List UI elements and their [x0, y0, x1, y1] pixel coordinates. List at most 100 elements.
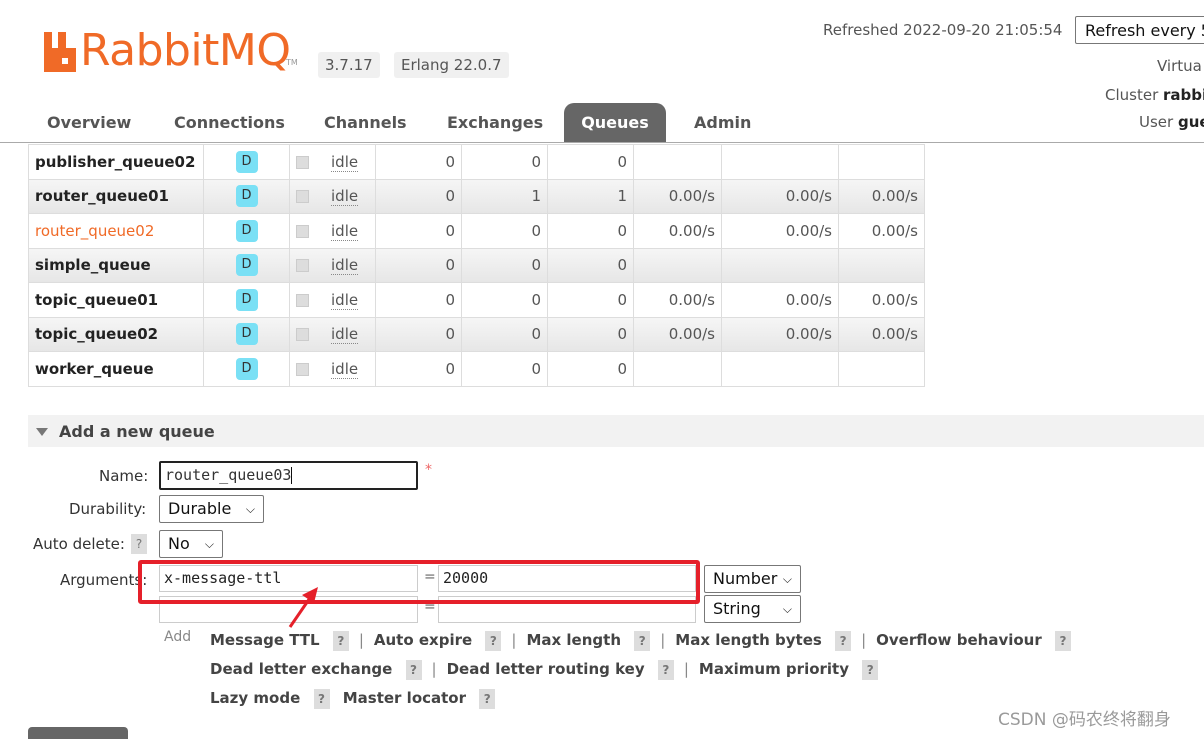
tab-channels[interactable]: Channels — [324, 113, 407, 132]
help-icon[interactable]: ? — [657, 660, 674, 680]
brand-tm: TM — [286, 58, 298, 67]
help-icon[interactable]: ? — [634, 631, 651, 651]
messages-ready: 0 — [445, 152, 455, 171]
help-icon[interactable]: ? — [313, 689, 330, 709]
shortcut-master-locator[interactable]: Master locator — [343, 689, 466, 707]
queue-name-link[interactable]: publisher_queue02 — [35, 153, 195, 171]
queue-name-link[interactable]: worker_queue — [35, 360, 154, 378]
shortcut-message-ttl[interactable]: Message TTL — [210, 631, 320, 649]
cluster-label: Cluster — [1105, 86, 1159, 104]
cell-queue-name-link[interactable]: publisher_queue02 — [28, 144, 204, 180]
cell-durable-feature-badge: D — [203, 178, 290, 214]
state-text: idle — [331, 152, 359, 172]
rabbit-logo-icon — [44, 32, 76, 72]
state-square-icon — [296, 224, 309, 238]
incoming-rate: 0.00/s — [668, 221, 715, 240]
messages-ready: 0 — [445, 256, 455, 275]
help-icon[interactable]: ? — [862, 660, 879, 680]
state-text: idle — [331, 256, 359, 276]
messages-total: 0 — [617, 256, 627, 275]
auto-delete-help-icon[interactable]: ? — [131, 534, 147, 554]
shortcut-dead-letter-routing-key[interactable]: Dead letter routing key — [447, 660, 645, 678]
argument-type-select-1[interactable]: Number ⌵ — [704, 565, 801, 593]
cell-messages-ready: 0 — [375, 282, 462, 318]
refresh-interval-select[interactable]: Refresh every 5 — [1075, 16, 1204, 44]
shortcut-max-length[interactable]: Max length — [526, 631, 621, 649]
cell-queue-state: idle — [289, 213, 376, 249]
cell-durable-feature-badge: D — [203, 351, 290, 387]
cell-queue-state: idle — [289, 316, 376, 352]
queue-name-link[interactable]: simple_queue — [35, 256, 151, 274]
add-queue-button[interactable] — [28, 727, 128, 739]
queue-name-link[interactable]: router_queue02 — [35, 222, 154, 240]
state-text: idle — [331, 290, 359, 310]
queue-name-link[interactable]: router_queue01 — [35, 187, 169, 205]
state-text: idle — [331, 325, 359, 345]
user-label: User — [1139, 113, 1174, 131]
separator: | — [426, 660, 442, 678]
rabbitmq-logo[interactable]: RabbitMQ TM — [40, 26, 300, 76]
queue-name-link[interactable]: topic_queue01 — [35, 291, 158, 309]
shortcut-maximum-priority[interactable]: Maximum priority — [699, 660, 849, 678]
cell-messages-unacked: 0 — [461, 316, 548, 352]
help-icon[interactable]: ? — [1055, 631, 1071, 651]
durability-select[interactable]: Durable ⌵ — [159, 495, 264, 523]
chevron-down-icon: ⌵ — [782, 602, 792, 616]
shortcut-max-length-bytes[interactable]: Max length bytes — [675, 631, 822, 649]
tab-queues[interactable]: Queues — [564, 103, 666, 143]
messages-unacked: 1 — [531, 187, 541, 206]
chevron-down-icon: ⌵ — [204, 537, 214, 551]
help-icon[interactable]: ? — [835, 631, 852, 651]
queue-name-link[interactable]: topic_queue02 — [35, 325, 158, 343]
chevron-down-icon: ⌵ — [782, 572, 792, 586]
argument-type-2: String — [713, 599, 761, 618]
cell-incoming-rate: 0.00/s — [633, 282, 722, 318]
cell-queue-name-link[interactable]: topic_queue02 — [28, 316, 204, 352]
cell-messages-ready: 0 — [375, 178, 462, 214]
shortcut-dead-letter-exchange[interactable]: Dead letter exchange — [210, 660, 392, 678]
tab-exchanges[interactable]: Exchanges — [447, 113, 543, 132]
cell-queue-name-link[interactable]: simple_queue — [28, 247, 204, 283]
queue-name-input[interactable]: router_queue03 — [159, 461, 418, 490]
tab-overview[interactable]: Overview — [47, 113, 131, 132]
cell-messages-total: 0 — [547, 247, 634, 283]
durable-badge: D — [235, 288, 258, 311]
separator: | — [856, 631, 871, 649]
shortcut-auto-expire[interactable]: Auto expire — [374, 631, 472, 649]
cell-durable-feature-badge: D — [203, 282, 290, 318]
shortcut-overflow-behaviour[interactable]: Overflow behaviour — [876, 631, 1042, 649]
add-queue-title[interactable]: Add a new queue — [59, 422, 215, 441]
tab-admin[interactable]: Admin — [694, 113, 751, 132]
incoming-rate: 0.00/s — [668, 290, 715, 309]
add-argument-link[interactable]: Add — [164, 629, 191, 645]
messages-unacked: 0 — [531, 256, 541, 275]
messages-ready: 0 — [445, 187, 455, 206]
argument-type-select-2[interactable]: String ⌵ — [704, 595, 801, 623]
virtual-host-label: Virtua — [1157, 57, 1202, 75]
cell-messages-total: 1 — [547, 178, 634, 214]
cell-queue-name-link[interactable]: router_queue01 — [28, 178, 204, 214]
cluster-value: rabbi — [1163, 86, 1204, 104]
help-icon[interactable]: ? — [332, 631, 349, 651]
auto-delete-select[interactable]: No ⌵ — [159, 530, 223, 558]
tab-connections[interactable]: Connections — [174, 113, 285, 132]
collapse-triangle-icon[interactable] — [36, 428, 48, 436]
ack-rate: 0.00/s — [871, 325, 918, 344]
cell-queue-name-link[interactable]: worker_queue — [28, 351, 204, 387]
cell-queue-state: idle — [289, 178, 376, 214]
cell-deliver-rate: 0.00/s — [721, 316, 839, 352]
help-icon[interactable]: ? — [405, 660, 422, 680]
help-icon[interactable]: ? — [485, 631, 502, 651]
durable-badge: D — [235, 357, 258, 380]
required-asterisk: * — [425, 462, 432, 478]
help-icon[interactable]: ? — [479, 689, 496, 709]
deliver-rate: 0.00/s — [785, 187, 832, 206]
cell-messages-ready: 0 — [375, 247, 462, 283]
cell-queue-name-link[interactable]: router_queue02 — [28, 213, 204, 249]
cell-queue-name-link[interactable]: topic_queue01 — [28, 282, 204, 318]
messages-unacked: 0 — [531, 290, 541, 309]
shortcut-lazy-mode[interactable]: Lazy mode — [210, 689, 300, 707]
incoming-rate: 0.00/s — [668, 187, 715, 206]
deliver-rate: 0.00/s — [785, 325, 832, 344]
cell-messages-unacked: 0 — [461, 144, 548, 180]
